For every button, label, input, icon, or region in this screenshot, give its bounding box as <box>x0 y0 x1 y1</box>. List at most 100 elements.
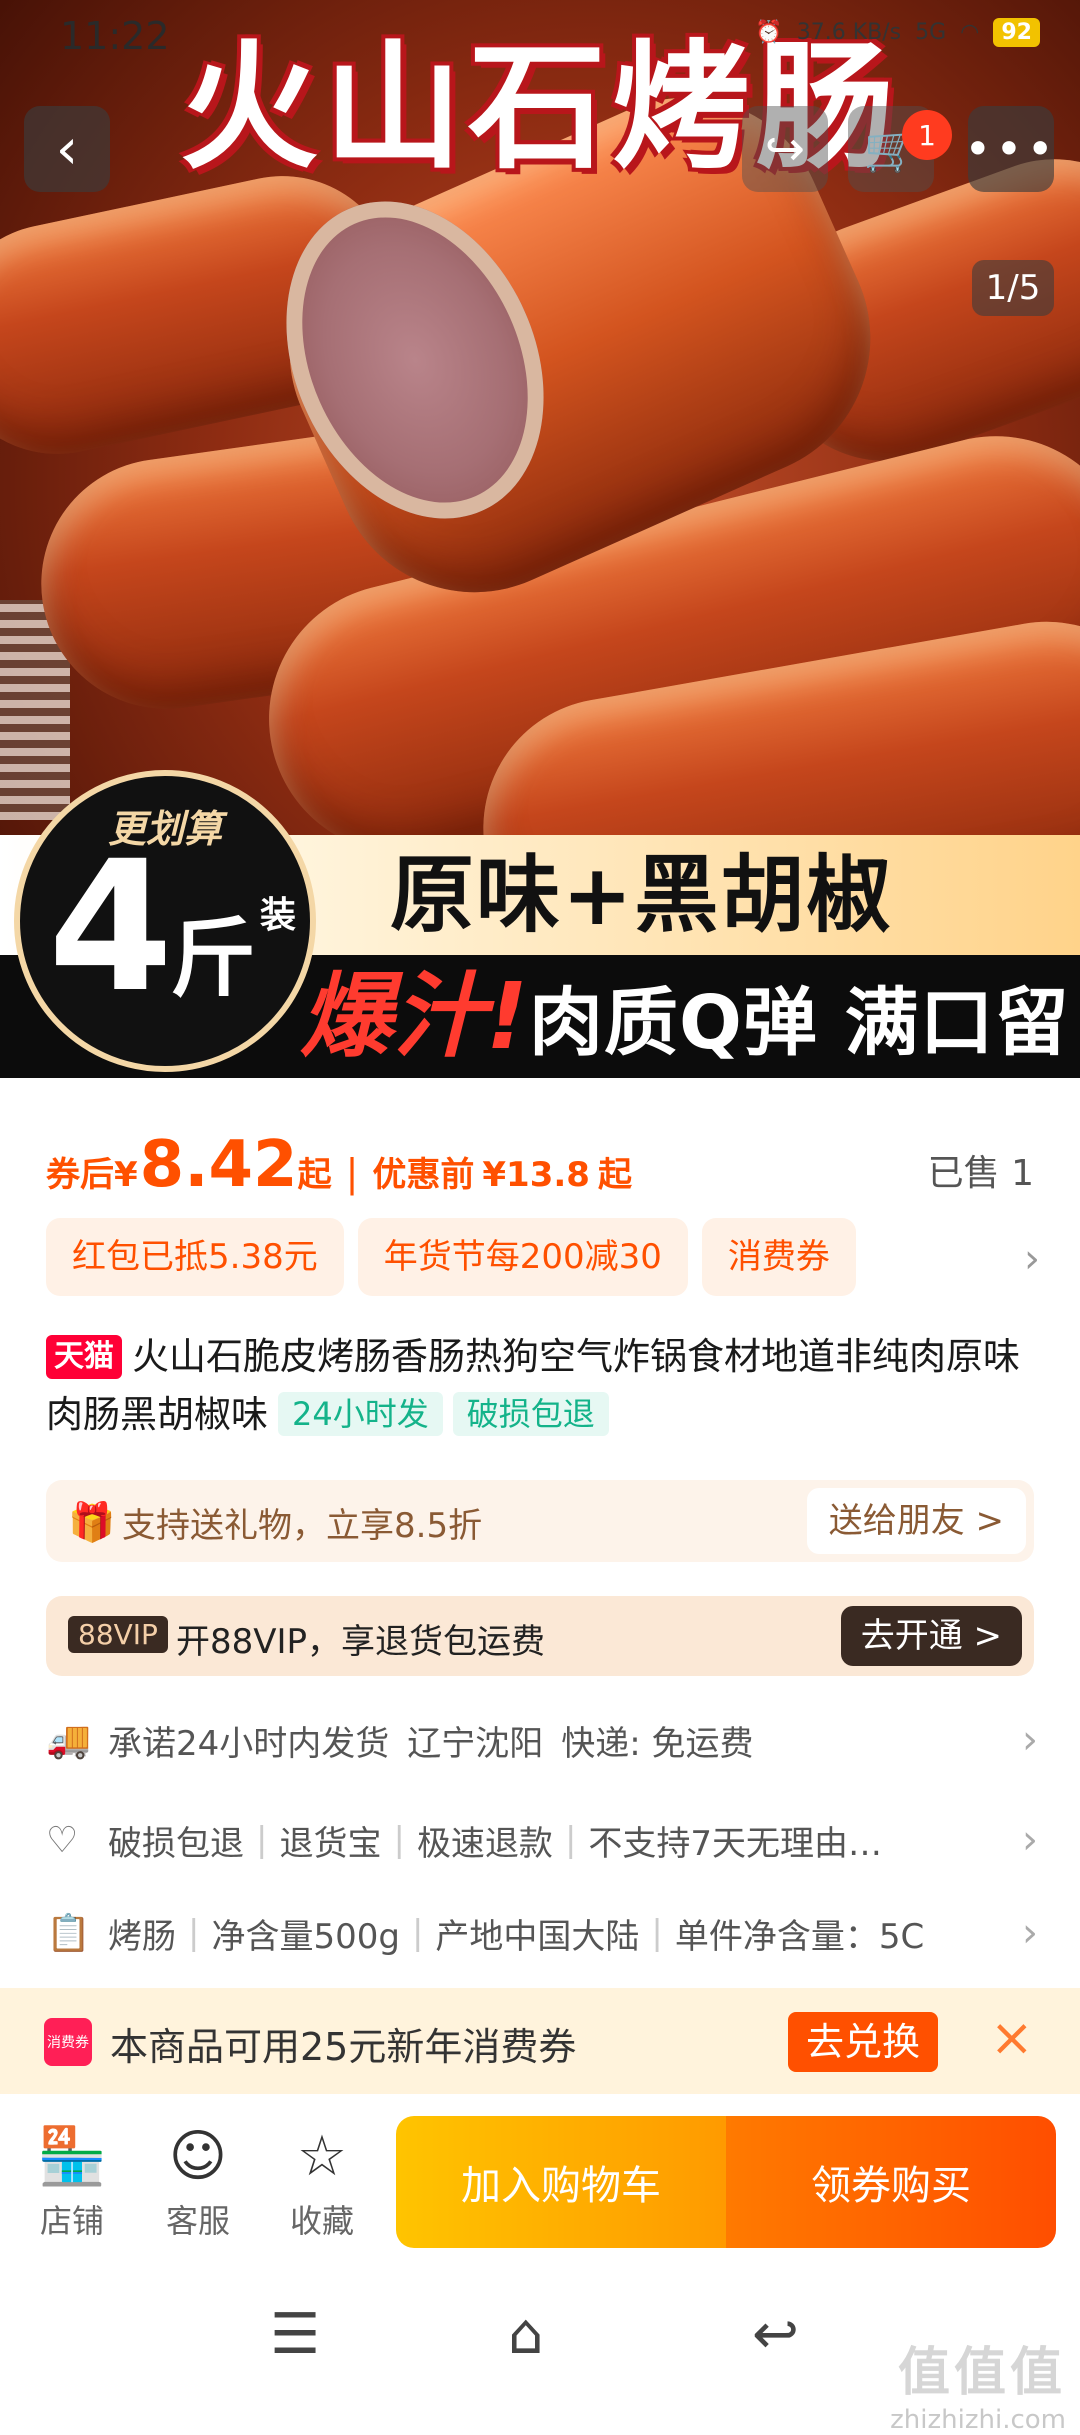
vip-text: 开88VIP，享退货包运费 <box>176 1622 546 1662</box>
vip-badge: 88VIP <box>68 1616 168 1653</box>
chevron-right-icon: › <box>1022 1717 1038 1763</box>
promo-chips[interactable]: 红包已抵5.38元 年货节每200减30 消费券 <box>46 1218 856 1296</box>
weight-badge-number: 4 <box>48 823 174 1032</box>
spec-item: 产地中国大陆 <box>435 1916 640 1957</box>
service-label: 客服 <box>165 2202 230 2240</box>
price-before-value: ¥13.8 <box>482 1155 590 1195</box>
specs-row[interactable]: 📋 烤肠 | 净含量500g | 产地中国大陆 | 单件净含量：5C › <box>46 1893 1038 1973</box>
status-icons: ⏰ 37.6 KB/s 5G ◠ 92 <box>755 18 1040 47</box>
price-currency: ¥ <box>114 1155 138 1195</box>
more-button[interactable]: ••• <box>964 106 1054 192</box>
price-before-suffix: 起 <box>597 1155 632 1195</box>
store-icon: 🏪 <box>37 2124 107 2189</box>
shipping-row[interactable]: 🚚 承诺24小时内发货 辽宁沈阳 快递: 免运费 › <box>46 1700 1038 1780</box>
home-icon[interactable]: ⌂ <box>508 2302 544 2367</box>
status-time: 11:22 <box>60 14 170 58</box>
weight-badge-pack: 装 <box>260 895 297 936</box>
promo-chip[interactable]: 消费券 <box>701 1218 856 1296</box>
chevron-right-icon[interactable]: › <box>1024 1236 1040 1282</box>
cta-group: 加入购物车 领券购买 <box>396 2116 1056 2248</box>
sold-count: 已售 1 <box>927 1153 1034 1194</box>
hero-slogan: 爆汁!肉质Q弹 满口留香 <box>300 958 1080 1076</box>
clipboard-icon: 📋 <box>46 1913 91 1954</box>
promo-chip[interactable]: 年货节每200减30 <box>357 1218 688 1296</box>
divider: | <box>411 1913 424 1953</box>
price-separator: | <box>345 1151 359 1195</box>
send-to-friend-button[interactable]: 送给朋友 > <box>806 1488 1026 1554</box>
product-title: 天猫 火山石脆皮烤肠香肠热狗空气炸锅食材地道非纯肉原味肉肠黑胡椒味 24小时发 破损包… <box>46 1328 1036 1444</box>
gift-icon: 🎁 <box>68 1500 116 1544</box>
shipping-promise: 承诺24小时内发货 <box>108 1723 390 1764</box>
back-button[interactable]: ‹ <box>24 106 110 192</box>
share-icon: ↪ <box>764 121 806 177</box>
divider: | <box>188 1913 200 1953</box>
coupon-bar[interactable]: 消费券 本商品可用25元新年消费券 去兑换 × <box>0 1988 1080 2094</box>
status-bar: 11:22 ⏰ 37.6 KB/s 5G ◠ 92 <box>0 0 1080 68</box>
truck-icon: 🚚 <box>46 1720 91 1761</box>
guarantee-item: 退货宝 <box>279 1823 382 1864</box>
back-icon[interactable]: ↩ <box>752 2302 799 2367</box>
customer-service-button[interactable]: ☺ 客服 <box>148 2124 248 2242</box>
gift-text: 支持送礼物，立享8.5折 <box>122 1506 483 1546</box>
close-icon[interactable]: × <box>990 2008 1034 2068</box>
cart-count-badge: 1 <box>902 110 952 160</box>
image-counter: 1/5 <box>972 260 1054 316</box>
share-button[interactable]: ↪ <box>742 106 828 192</box>
price-after-suffix: 起 <box>297 1155 332 1195</box>
guarantee-row[interactable]: ♡ 破损包退 | 退货宝 | 极速退款 | 不支持7天无理由… › <box>46 1800 1038 1880</box>
watermark-brand: 值值值 <box>897 2343 1066 2403</box>
wifi-icon: ◠ <box>960 20 980 45</box>
shipping-location: 辽宁沈阳 <box>407 1723 544 1764</box>
weight-badge-unit: 斤 <box>170 909 256 1009</box>
bottom-action-bar: 🏪 店铺 ☺ 客服 ☆ 收藏 加入购物车 领券购买 <box>0 2094 1080 2274</box>
shipping-express: 快递: 免运费 <box>561 1723 754 1764</box>
promo-chip[interactable]: 红包已抵5.38元 <box>46 1218 344 1296</box>
spec-item: 烤肠 <box>108 1916 176 1957</box>
net-speed: 37.6 KB/s <box>796 20 902 45</box>
chevron-left-icon: ‹ <box>55 116 79 182</box>
redeem-button[interactable]: 去兑换 <box>788 2012 939 2072</box>
divider: | <box>651 1913 663 1953</box>
shipping-tag: 24小时发 <box>278 1392 443 1436</box>
favorite-label: 收藏 <box>289 2202 354 2240</box>
hero-slogan-red: 爆汁! <box>300 963 529 1070</box>
price-before-label: 优惠前 <box>372 1155 475 1195</box>
divider: | <box>256 1820 268 1860</box>
weight-badge: 更划算 4 斤 装 <box>14 770 316 1072</box>
chevron-right-icon: › <box>1022 1910 1038 1956</box>
coupon-text: 本商品可用25元新年消费券 <box>110 2025 577 2069</box>
divider: | <box>393 1820 405 1860</box>
gift-banner[interactable]: 🎁 支持送礼物，立享8.5折 送给朋友 > <box>46 1480 1034 1562</box>
buy-with-coupon-button[interactable]: 领券购买 <box>726 2116 1056 2248</box>
chevron-right-icon: › <box>1022 1817 1038 1863</box>
consumer-coupon-logo: 消费券 <box>44 2018 92 2066</box>
guarantee-item: 破损包退 <box>108 1823 244 1864</box>
more-icon: ••• <box>964 122 1058 176</box>
shop-label: 店铺 <box>39 2202 104 2240</box>
watermark-url: zhizhizhi.com <box>890 2405 1066 2435</box>
spec-item: 单件净含量：5C <box>674 1916 925 1957</box>
star-icon: ☆ <box>296 2124 348 2189</box>
alarm-icon: ⏰ <box>755 20 783 45</box>
open-vip-button[interactable]: 去开通 > <box>840 1606 1022 1666</box>
price-after-value: 8.42 <box>139 1128 298 1202</box>
add-to-cart-button[interactable]: 加入购物车 <box>396 2116 726 2248</box>
guarantee-tag: 破损包退 <box>452 1392 609 1436</box>
guarantee-item: 不支持7天无理由… <box>588 1823 883 1864</box>
spec-item: 净含量500g <box>211 1916 400 1957</box>
heart-icon: ♡ <box>46 1819 79 1861</box>
divider: | <box>564 1820 577 1860</box>
battery-indicator: 92 <box>993 18 1040 47</box>
favorite-button[interactable]: ☆ 收藏 <box>272 2124 372 2242</box>
tmall-badge: 天猫 <box>46 1335 122 1379</box>
hero-flavor-text: 原味+黑胡椒 <box>390 846 893 944</box>
price-after-label: 券后 <box>46 1155 114 1195</box>
vip-banner[interactable]: 88VIP 开88VIP，享退货包运费 去开通 > <box>46 1596 1034 1676</box>
menu-icon[interactable]: ☰ <box>270 2302 320 2367</box>
watermark: 值值值 zhizhizhi.com <box>890 2330 1066 2435</box>
price-row: 券后 ¥ 8.42 起 | 优惠前 ¥13.8 起 <box>46 1128 632 1204</box>
chat-face-icon: ☺ <box>168 2124 228 2189</box>
network-type: 5G <box>915 20 947 45</box>
shop-button[interactable]: 🏪 店铺 <box>22 2124 122 2242</box>
guarantee-item: 极速退款 <box>416 1823 553 1864</box>
